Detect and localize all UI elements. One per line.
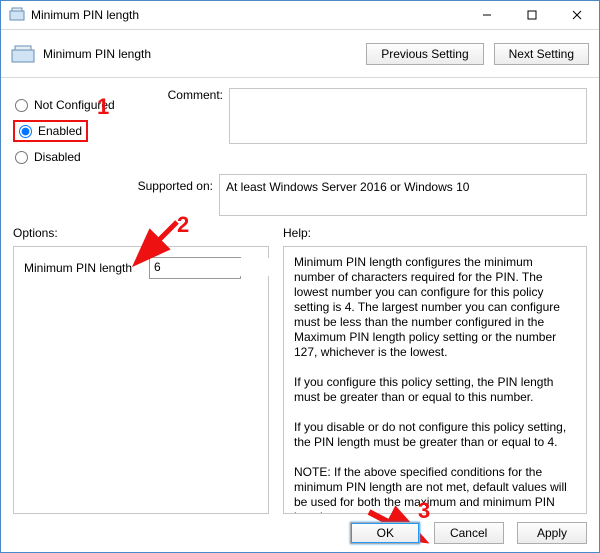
radio-enabled-label: Enabled [38, 124, 82, 138]
radio-disabled[interactable]: Disabled [13, 146, 143, 168]
radio-not-configured-label: Not Configured [34, 98, 115, 112]
radio-disabled-label: Disabled [34, 150, 81, 164]
help-text-p4: NOTE: If the above specified conditions … [294, 465, 576, 514]
titlebar: Minimum PIN length [1, 1, 599, 30]
comment-label: Comment: [143, 88, 229, 144]
radio-not-configured-input[interactable] [15, 99, 28, 112]
apply-button[interactable]: Apply [517, 522, 587, 544]
options-label: Options: [13, 226, 269, 240]
radio-enabled-input[interactable] [19, 125, 32, 138]
footer: OK Cancel Apply [350, 522, 587, 544]
next-setting-button[interactable]: Next Setting [494, 43, 589, 65]
body: Not Configured Enabled Disabled Comm [1, 78, 599, 524]
help-text-p1: Minimum PIN length configures the minimu… [294, 255, 576, 360]
minimize-button[interactable] [464, 1, 509, 29]
radio-disabled-input[interactable] [15, 151, 28, 164]
help-panel: Minimum PIN length configures the minimu… [283, 246, 587, 514]
options-panel: Minimum PIN length ▲ ▼ [13, 246, 269, 514]
supported-on-box: At least Windows Server 2016 or Windows … [219, 174, 587, 216]
supported-on-label: Supported on: [13, 174, 219, 198]
radio-enabled[interactable]: Enabled [17, 124, 82, 138]
policy-icon [9, 7, 25, 23]
annotation-highlight-1: Enabled [13, 120, 88, 142]
radio-not-configured[interactable]: Not Configured [13, 94, 143, 116]
state-radio-group: Not Configured Enabled Disabled [13, 88, 143, 168]
header: Minimum PIN length Previous Setting Next… [1, 30, 599, 78]
window-title: Minimum PIN length [31, 8, 464, 22]
help-text-p2: If you configure this policy setting, th… [294, 375, 576, 405]
min-pin-length-label: Minimum PIN length [24, 261, 149, 275]
cancel-button[interactable]: Cancel [434, 522, 504, 544]
policy-icon-large [11, 45, 35, 63]
maximize-button[interactable] [509, 1, 554, 29]
comment-textarea[interactable] [229, 88, 587, 144]
close-button[interactable] [554, 1, 599, 29]
help-label: Help: [283, 226, 587, 240]
ok-button[interactable]: OK [350, 522, 420, 544]
help-text-p3: If you disable or do not configure this … [294, 420, 576, 450]
window: Minimum PIN length Minimum PIN length Pr… [0, 0, 600, 553]
header-title: Minimum PIN length [43, 47, 366, 61]
min-pin-length-spinner[interactable]: ▲ ▼ [149, 257, 241, 279]
supported-on-value: At least Windows Server 2016 or Windows … [226, 180, 469, 194]
previous-setting-button[interactable]: Previous Setting [366, 43, 483, 65]
